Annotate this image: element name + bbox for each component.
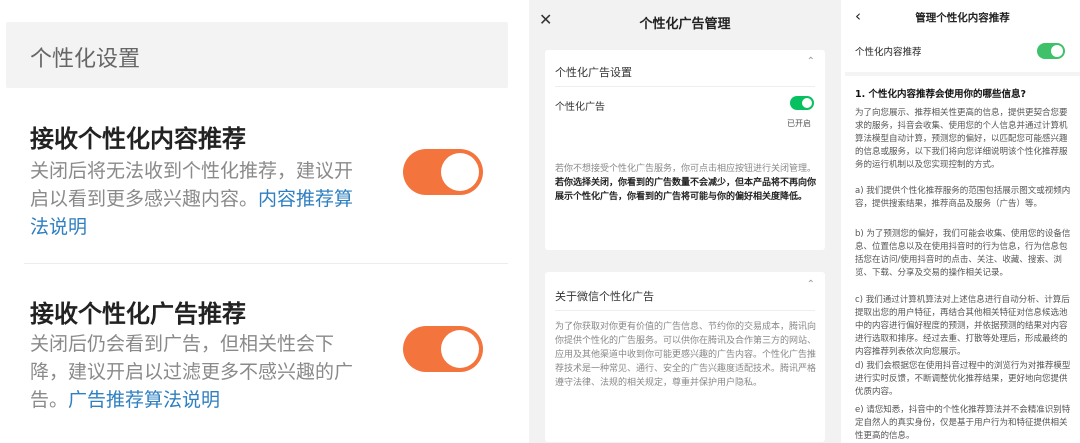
toggle-knob [441, 330, 479, 368]
faq-item-e: e) 请您知悉，抖音中的个性化推荐算法并不会精准识别特定自然人的真实身份，仅是基… [855, 405, 1071, 441]
faq-item-a: a) 我们提供个性化推荐服务的范围包括展示图文或视频内容，提供搜索结果，推荐商品… [855, 186, 1071, 209]
title-bar: ✕ 个性化广告管理 [529, 0, 841, 42]
faq-question: 1. 个性化内容推荐会使用你的哪些信息? [855, 89, 1027, 100]
ad-recommendation-toggle[interactable] [403, 326, 483, 372]
divider [845, 72, 1080, 76]
page-title: 个性化广告管理 [639, 17, 731, 32]
ad-algorithm-link[interactable]: 广告推荐算法说明 [68, 389, 220, 411]
ad-recommendation-desc: 关闭后仍会看到广告，但相关性会下降，建议开启以过滤更多不感兴趣的广告。广告推荐算… [30, 330, 370, 414]
faq-item-b: b) 为了预测您的偏好，我们可能会收集、使用您的设备信息、位置信息以及在使用抖音… [855, 229, 1071, 278]
ad-settings-description: 若你不想接受个性化广告服务，你可点击相应按钮进行关闭管理。若你选择关闭，你看到的… [555, 162, 817, 204]
section-header: 个性化设置 [6, 22, 508, 88]
about-wechat-ads-card: 关于微信个性化广告 ⌃ 为了你获取对你更有价值的广告信息、节约你的交易成本，腾讯… [545, 272, 825, 442]
divider [555, 86, 815, 87]
ad-settings-desc-bold: 若你选择关闭，你看到的广告数量不会减少，但本产品将不再向你展示个性化广告，你看到… [555, 178, 817, 202]
douyin-content-recommendation-panel: ‹ 管理个性化内容推荐 个性化内容推荐 1. 个性化内容推荐会使用你的哪些信息?… [845, 0, 1080, 443]
chevron-up-icon[interactable]: ⌃ [807, 279, 815, 290]
ad-recommendation-title: 接收个性化广告推荐 [30, 300, 246, 328]
wechat-ad-management-panel: ✕ 个性化广告管理 个性化广告设置 ⌃ 个性化广告 已开启 若你不想接受个性化广… [529, 0, 841, 443]
faq-item-d: d) 我们会根据您在使用抖音过程中的浏览行为对推荐模型进行实时反馈，不断调整优化… [855, 361, 1071, 397]
divider [24, 263, 508, 264]
toggle-knob [802, 98, 812, 108]
section-header-label: 个性化设置 [30, 47, 141, 72]
personalized-ad-toggle[interactable] [790, 96, 814, 110]
ad-settings-card: 个性化广告设置 ⌃ 个性化广告 已开启 若你不想接受个性化广告服务，你可点击相应… [545, 50, 825, 250]
toggle-label: 个性化广告 [555, 102, 605, 113]
divider [555, 310, 815, 311]
screenshot-collage: 个性化设置 接收个性化内容推荐 关闭后将无法收到个性化推荐，建议开启以看到更多感… [0, 0, 1080, 443]
faq-intro: 为了向您展示、推荐相关性更高的信息，提供更契合您要求的服务，抖音会收集、使用您的… [855, 108, 1068, 170]
toggle-status: 已开启 [787, 119, 811, 128]
personalization-settings-panel: 个性化设置 接收个性化内容推荐 关闭后将无法收到个性化推荐，建议开启以看到更多感… [0, 0, 525, 443]
toggle-knob [441, 153, 479, 191]
content-recommendation-title: 接收个性化内容推荐 [30, 125, 246, 153]
content-recommendation-desc: 关闭后将无法收到个性化推荐，建议开启以看到更多感兴趣内容。内容推荐算法说明 [30, 157, 370, 241]
content-recommendation-toggle[interactable] [1037, 43, 1065, 59]
toggle-label: 个性化内容推荐 [855, 47, 922, 58]
chevron-up-icon[interactable]: ⌃ [807, 56, 815, 67]
faq-item-c: c) 我们通过计算机算法对上述信息进行自动分析、计算后提取出您的用户特征，再结合… [855, 295, 1070, 357]
about-ads-description: 为了你获取对你更有价值的广告信息、节约你的交易成本，腾讯向你提供个性化的广告服务… [555, 322, 817, 388]
ad-settings-desc-normal: 若你不想接受个性化广告服务，你可点击相应按钮进行关闭管理。 [555, 164, 817, 174]
toggle-knob [1051, 45, 1063, 57]
content-recommendation-toggle[interactable] [403, 149, 483, 195]
card-title: 个性化广告设置 [555, 66, 632, 79]
card-title: 关于微信个性化广告 [555, 290, 654, 303]
page-title: 管理个性化内容推荐 [915, 12, 1010, 24]
